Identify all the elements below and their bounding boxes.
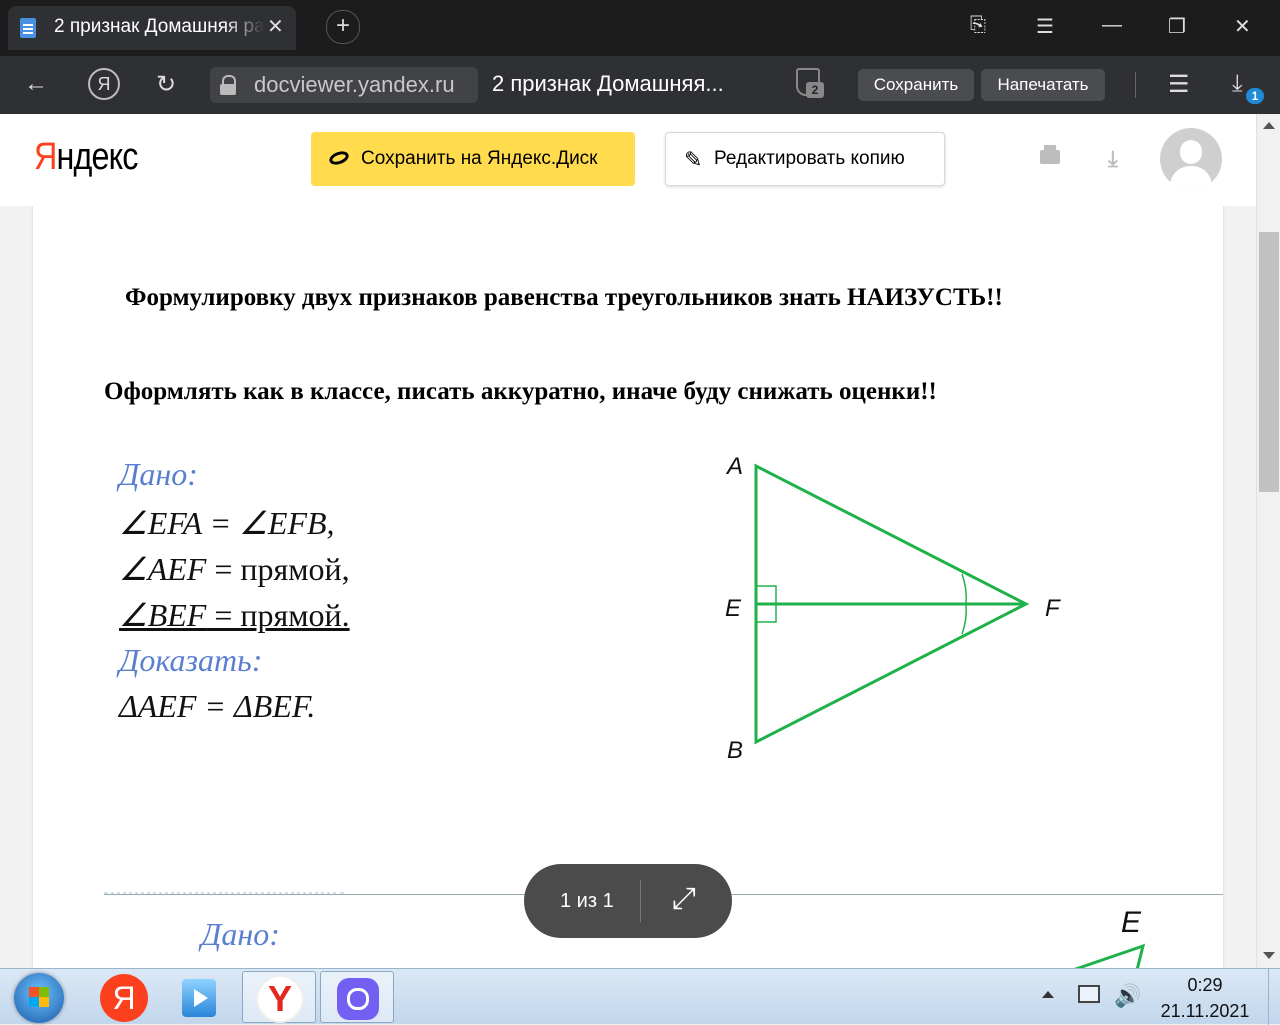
back-icon[interactable]: ←: [24, 70, 48, 98]
tab-title-fade: [224, 10, 264, 46]
triangle-diagram: A E F B: [725, 453, 1061, 764]
protect-badge: 2: [806, 82, 824, 98]
downloads-badge: 1: [1246, 88, 1264, 104]
right-angle-mark-lower: [755, 603, 777, 623]
right-angle-mark-upper: [755, 585, 777, 605]
start-button[interactable]: [14, 973, 64, 1023]
scroll-down-arrow-icon[interactable]: [1263, 952, 1275, 959]
save-page-button[interactable]: Сохранить: [858, 69, 974, 101]
address-bar: ← Я ↻ docviewer.yandex.ru 2 признак Дома…: [0, 56, 1280, 114]
close-window-icon[interactable]: ✕: [1234, 14, 1251, 39]
url-page-title[interactable]: 2 признак Домашняя...: [492, 71, 724, 97]
network-icon[interactable]: [1078, 985, 1100, 1003]
pencil-icon: ✎: [684, 147, 703, 172]
taskbar-viber[interactable]: [320, 971, 394, 1023]
scroll-up-arrow-icon[interactable]: [1263, 122, 1275, 129]
yandex-app-icon: Я: [100, 974, 148, 1022]
tray-expand-icon[interactable]: [1042, 991, 1054, 998]
clock-date[interactable]: 21.11.2021: [1148, 1001, 1262, 1022]
fullscreen-icon[interactable]: ⤢: [672, 882, 696, 916]
reload-icon[interactable]: ↻: [156, 70, 176, 99]
lock-icon[interactable]: [210, 67, 246, 103]
page-scrollbar[interactable]: [1256, 114, 1280, 968]
pager-divider: [640, 880, 641, 922]
given-right-angle-bef: ∠BEF = прямой.: [119, 597, 350, 633]
angle-arc-upper: [961, 573, 968, 605]
vertex-label-e: E: [725, 595, 742, 622]
save-to-disk-label: Сохранить на Яндекс.Диск: [361, 148, 598, 169]
print-page-button[interactable]: Напечатать: [981, 69, 1105, 101]
edit-copy-button[interactable]: ✎ Редактировать копию: [665, 132, 945, 186]
document-icon: [20, 18, 36, 38]
new-tab-button[interactable]: +: [326, 10, 360, 44]
vertex-label-a: A: [725, 453, 743, 480]
browser-tab-bar: 2 признак Домашняя работа ✕ + ⎘ ☰ — ❐ ✕: [0, 0, 1280, 56]
show-desktop-button[interactable]: [1268, 969, 1280, 1025]
windows-taskbar: Я Y 🔊 0:29 21.11.2021: [0, 968, 1280, 1025]
taskbar-yandex[interactable]: Я: [87, 971, 161, 1023]
page-pager: 1 из 1 ⤢: [524, 864, 732, 938]
volume-icon[interactable]: 🔊: [1114, 983, 1141, 1009]
given-label: Дано:: [119, 456, 198, 492]
save-to-disk-button[interactable]: Сохранить на Яндекс.Диск: [311, 132, 635, 186]
close-tab-icon[interactable]: ✕: [267, 14, 284, 39]
download-icon[interactable]: ⤓: [1108, 146, 1118, 172]
angle-arc-lower: [961, 603, 968, 635]
restore-icon[interactable]: ❐: [1168, 14, 1186, 39]
taskbar-media-player[interactable]: [162, 971, 236, 1023]
menu-icon[interactable]: ☰: [1036, 14, 1054, 39]
browser-tab[interactable]: 2 признак Домашняя работа ✕: [8, 6, 296, 50]
prove-label: Доказать:: [119, 642, 263, 678]
prove-statement: ΔAEF = ΔBEF.: [119, 688, 316, 724]
yandex-browser-icon: Y: [256, 975, 304, 1023]
downloads-icon[interactable]: ⤓: [1232, 70, 1243, 98]
vertex-label-f: F: [1045, 595, 1061, 622]
chat-icon[interactable]: ☰: [1168, 70, 1190, 99]
edit-copy-label: Редактировать копию: [714, 148, 905, 169]
taskbar-yandex-browser[interactable]: Y: [242, 971, 316, 1023]
document-page: Формулировку двух признаков равенства тр…: [33, 206, 1223, 968]
page-counter: 1 из 1: [560, 890, 614, 912]
vertex-label-b: B: [727, 737, 743, 764]
url-domain[interactable]: docviewer.yandex.ru: [246, 67, 478, 103]
triangle-diagram-2-partial: [1074, 943, 1146, 968]
docviewer-header: Яндекс Сохранить на Яндекс.Диск ✎ Редакт…: [0, 114, 1256, 207]
disk-icon: [327, 148, 351, 168]
minimize-icon[interactable]: —: [1102, 14, 1122, 37]
toolbar-divider: [1135, 72, 1136, 98]
clock-time[interactable]: 0:29: [1160, 975, 1250, 996]
media-player-icon: [182, 979, 216, 1017]
given-angle-equality: ∠EFA = ∠EFB,: [119, 505, 335, 541]
given-label-2: Дано:: [201, 916, 280, 952]
yandex-icon[interactable]: Я: [88, 68, 120, 100]
vertex-label-e-2: E: [1121, 906, 1142, 939]
yandex-logo[interactable]: Яндекс: [34, 136, 138, 179]
print-icon[interactable]: [1040, 145, 1060, 164]
given-right-angle-aef: ∠AEF = прямой,: [119, 551, 350, 587]
viber-icon: [337, 978, 379, 1020]
scroll-thumb[interactable]: [1259, 232, 1279, 492]
avatar[interactable]: [1160, 128, 1222, 190]
instruction-line-1: Формулировку двух признаков равенства тр…: [125, 284, 1003, 311]
bookmarks-icon[interactable]: ⎘: [970, 14, 986, 37]
document-viewer[interactable]: Формулировку двух признаков равенства тр…: [0, 206, 1256, 968]
instruction-line-2: Оформлять как в классе, писать аккуратно…: [104, 378, 937, 405]
